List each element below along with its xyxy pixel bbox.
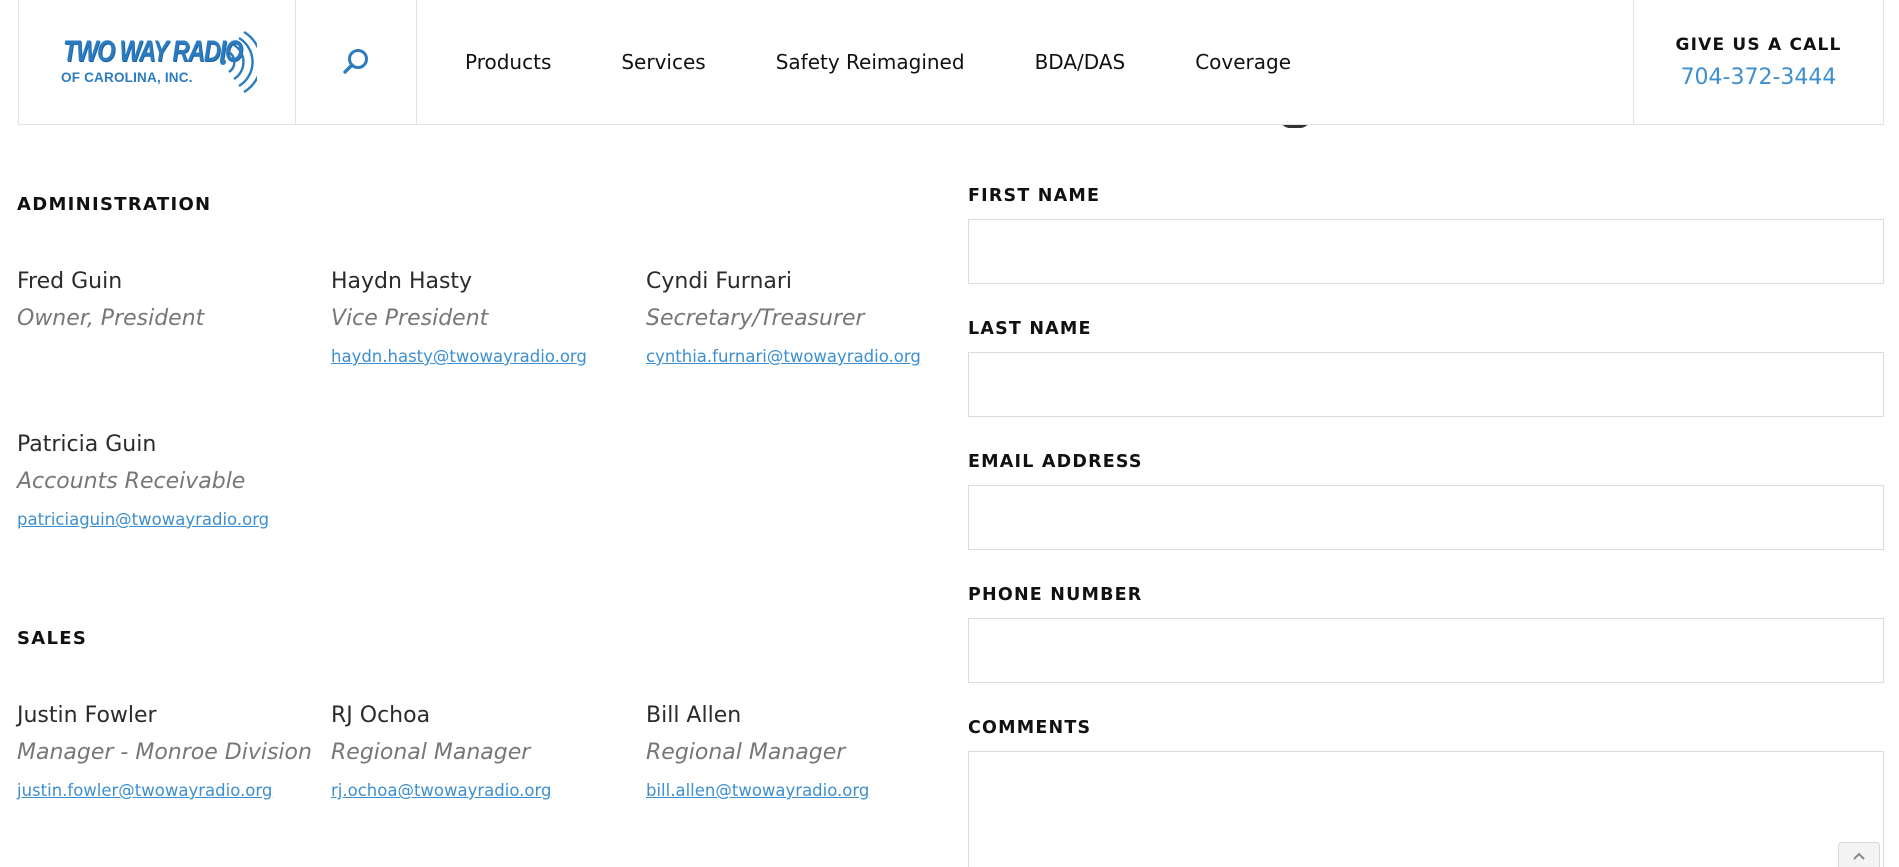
staff-name: Haydn Hasty <box>331 269 473 294</box>
logo-cell[interactable]: TWO WAY RADIO OF CAROLINA, INC. <box>19 0 296 124</box>
search-icon <box>343 49 368 74</box>
last-name-field[interactable] <box>968 352 1884 417</box>
nav-bda-das[interactable]: BDA/DAS <box>1035 50 1126 74</box>
nav-safety-reimagined[interactable]: Safety Reimagined <box>776 50 965 74</box>
radio-waves-icon <box>220 31 257 93</box>
staff-name: Cyndi Furnari <box>646 269 793 294</box>
staff-name: Bill Allen <box>646 703 742 728</box>
phone-link[interactable]: 704-372-3444 <box>1681 65 1837 90</box>
staff-card: Fred Guin Owner, President <box>17 269 317 331</box>
comments-label: COMMENTS <box>968 718 1092 738</box>
staff-title: Accounts Receivable <box>17 469 246 494</box>
contact-form: FIRST NAME LAST NAME EMAIL ADDRESS PHONE… <box>968 0 1884 867</box>
search-button[interactable] <box>296 0 417 124</box>
comments-field[interactable] <box>968 751 1884 867</box>
last-name-label: LAST NAME <box>968 319 1092 339</box>
staff-email-link[interactable]: bill.allen@twowayradio.org <box>646 781 946 800</box>
section-heading-sales: SALES <box>17 628 88 649</box>
company-logo[interactable]: TWO WAY RADIO OF CAROLINA, INC. <box>57 31 257 93</box>
staff-name: Patricia Guin <box>17 432 157 457</box>
staff-title: Regional Manager <box>331 740 531 765</box>
section-heading-administration: ADMINISTRATION <box>17 194 212 215</box>
phone-label: PHONE NUMBER <box>968 585 1143 605</box>
staff-title: Manager - Monroe Division <box>17 740 312 765</box>
staff-email-link[interactable]: cynthia.furnari@twowayradio.org <box>646 347 946 366</box>
staff-card: Justin Fowler Manager - Monroe Division … <box>17 703 317 800</box>
nav-coverage[interactable]: Coverage <box>1195 50 1291 74</box>
nav-services[interactable]: Services <box>621 50 705 74</box>
call-label: GIVE US A CALL <box>1675 34 1842 55</box>
site-header: TWO WAY RADIO OF CAROLINA, INC. Products… <box>18 0 1884 125</box>
staff-title: Secretary/Treasurer <box>646 306 865 331</box>
nav-products[interactable]: Products <box>465 50 551 74</box>
staff-title: Vice President <box>331 306 489 331</box>
call-us-block: GIVE US A CALL 704-372-3444 <box>1633 0 1883 124</box>
staff-name: Fred Guin <box>17 269 123 294</box>
logo-text-primary: TWO WAY RADIO <box>63 35 243 68</box>
logo-text-secondary: OF CAROLINA, INC. <box>61 70 193 85</box>
staff-card: Haydn Hasty Vice President haydn.hasty@t… <box>331 269 631 366</box>
main-nav: Products Services Safety Reimagined BDA/… <box>417 0 1633 124</box>
staff-email-link[interactable]: haydn.hasty@twowayradio.org <box>331 347 631 366</box>
staff-email-link[interactable]: rj.ochoa@twowayradio.org <box>331 781 631 800</box>
email-field[interactable] <box>968 485 1884 550</box>
staff-email-link[interactable]: justin.fowler@twowayradio.org <box>17 781 317 800</box>
staff-title: Regional Manager <box>646 740 846 765</box>
chevron-up-icon <box>1853 852 1865 860</box>
staff-card: Patricia Guin Accounts Receivable patric… <box>17 432 317 529</box>
scroll-to-top-button[interactable] <box>1838 842 1880 867</box>
staff-name: Justin Fowler <box>17 703 157 728</box>
staff-email-link[interactable]: patriciaguin@twowayradio.org <box>17 510 317 529</box>
staff-card: RJ Ochoa Regional Manager rj.ochoa@twowa… <box>331 703 631 800</box>
staff-card: Cyndi Furnari Secretary/Treasurer cynthi… <box>646 269 946 366</box>
first-name-field[interactable] <box>968 219 1884 284</box>
staff-name: RJ Ochoa <box>331 703 431 728</box>
staff-card: Bill Allen Regional Manager bill.allen@t… <box>646 703 946 800</box>
staff-title: Owner, President <box>17 306 205 331</box>
first-name-label: FIRST NAME <box>968 186 1101 206</box>
email-label: EMAIL ADDRESS <box>968 452 1143 472</box>
phone-field[interactable] <box>968 618 1884 683</box>
